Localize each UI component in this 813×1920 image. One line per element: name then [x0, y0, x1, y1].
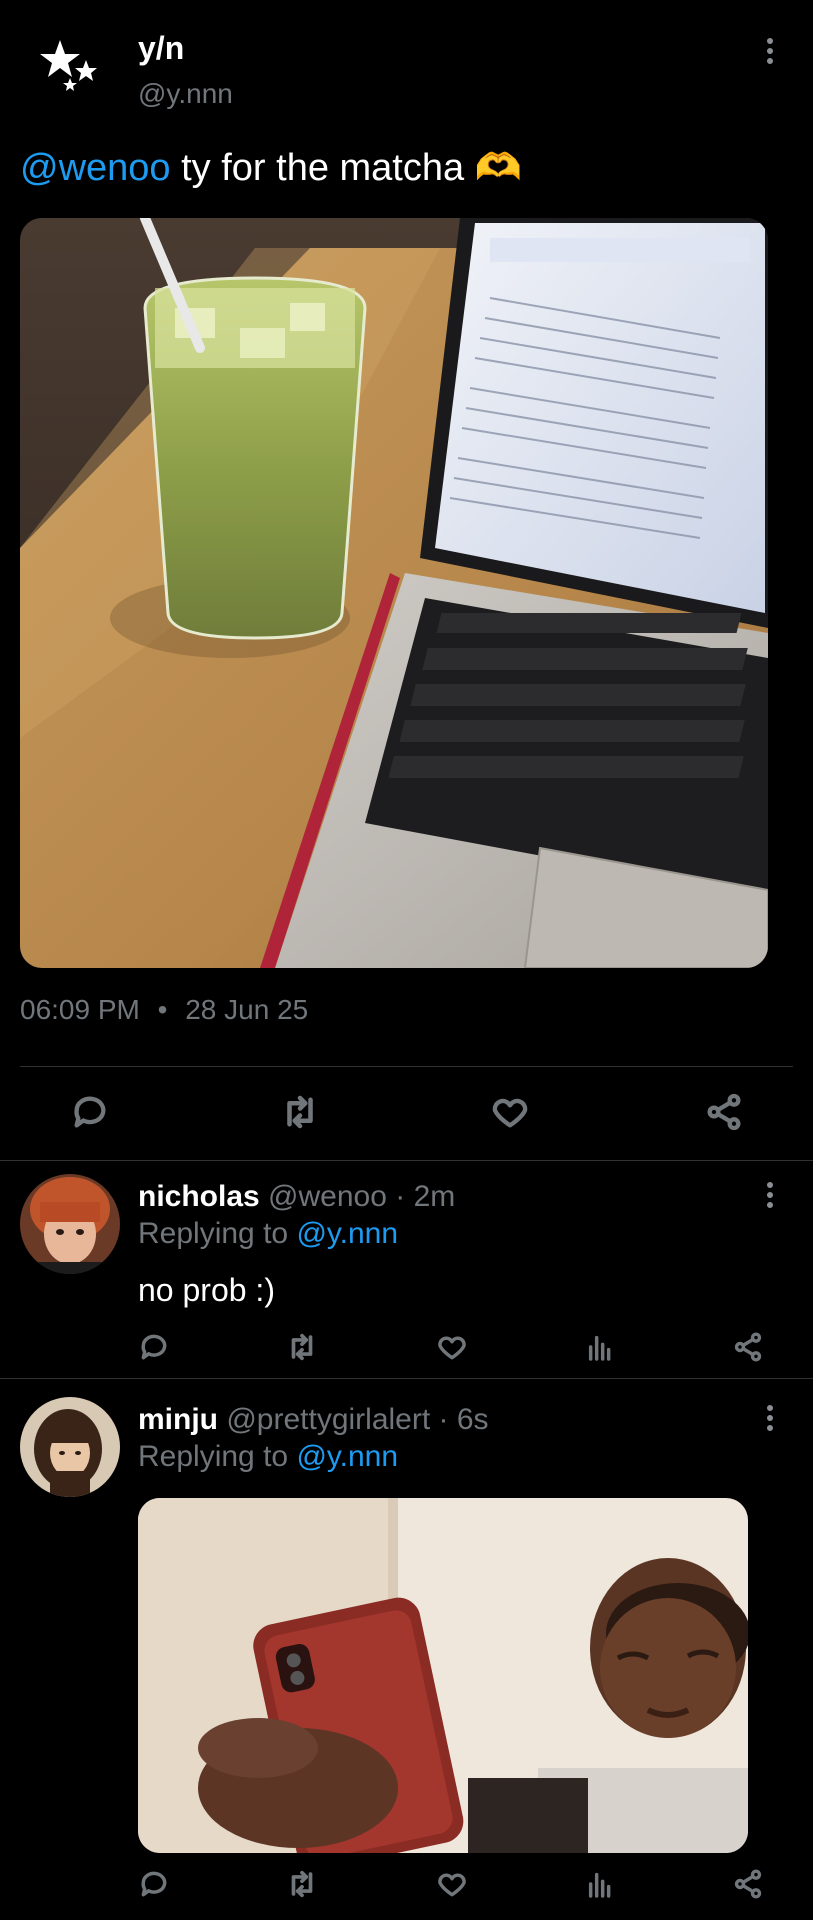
more-options-icon[interactable]	[758, 38, 782, 68]
reply-header: minju @prettygirlalert · 6s	[138, 1403, 489, 1437]
like-icon[interactable]	[434, 1866, 470, 1902]
tweet-date: 28 Jun 25	[185, 994, 309, 1025]
sparkle-stars-icon	[40, 40, 97, 91]
divider	[0, 1378, 813, 1379]
views-icon[interactable]	[582, 1329, 618, 1365]
reply-icon[interactable]	[68, 1090, 112, 1134]
reply-author-handle[interactable]: @wenoo	[268, 1180, 387, 1213]
reply-icon[interactable]	[136, 1329, 172, 1365]
reply-icon[interactable]	[136, 1866, 172, 1902]
like-icon[interactable]	[434, 1329, 470, 1365]
avatar[interactable]	[20, 1397, 120, 1497]
like-icon[interactable]	[488, 1090, 532, 1134]
author-handle[interactable]: @y.nnn	[138, 78, 233, 110]
tweet-body: ty for the matcha	[170, 147, 475, 189]
replying-to-label: Replying to	[138, 1440, 297, 1473]
reply-header: nicholas @wenoo · 2m	[138, 1180, 455, 1214]
tweet-timestamp: 06:09 PM • 28 Jun 25	[20, 994, 308, 1026]
retweet-icon[interactable]	[284, 1329, 320, 1365]
divider	[0, 1160, 813, 1161]
share-icon[interactable]	[730, 1329, 766, 1365]
reply-author-name[interactable]: nicholas	[138, 1180, 260, 1213]
tweet-photo[interactable]	[20, 218, 768, 968]
replying-to-link[interactable]: @y.nnn	[296, 1217, 398, 1250]
more-options-icon[interactable]	[758, 1182, 782, 1212]
avatar[interactable]	[20, 1174, 120, 1274]
share-icon[interactable]	[702, 1090, 746, 1134]
reply-time: · 6s	[430, 1403, 489, 1436]
mention-link[interactable]: @wenoo	[20, 147, 171, 189]
author-name[interactable]: y/n	[138, 30, 184, 67]
tweet-time: 06:09 PM	[20, 994, 140, 1025]
replying-to: Replying to @y.nnn	[138, 1440, 398, 1474]
more-options-icon[interactable]	[758, 1405, 782, 1435]
share-icon[interactable]	[730, 1866, 766, 1902]
retweet-icon[interactable]	[284, 1866, 320, 1902]
heart-hands-emoji: 🫶	[474, 147, 523, 189]
replying-to-link[interactable]: @y.nnn	[296, 1440, 398, 1473]
reply-photo[interactable]	[138, 1498, 748, 1853]
replying-to: Replying to @y.nnn	[138, 1217, 398, 1251]
reply-author-name[interactable]: minju	[138, 1403, 218, 1436]
divider	[20, 1066, 793, 1067]
author-avatar[interactable]	[34, 32, 106, 104]
retweet-icon[interactable]	[278, 1090, 322, 1134]
reply-author-handle[interactable]: @prettygirlalert	[226, 1403, 430, 1436]
reply-text: no prob :)	[138, 1272, 275, 1308]
tweet-text: @wenoo ty for the matcha 🫶	[20, 146, 522, 190]
timestamp-separator: •	[157, 994, 168, 1025]
reply-time: · 2m	[386, 1180, 456, 1213]
replying-to-label: Replying to	[138, 1217, 297, 1250]
views-icon[interactable]	[582, 1866, 618, 1902]
